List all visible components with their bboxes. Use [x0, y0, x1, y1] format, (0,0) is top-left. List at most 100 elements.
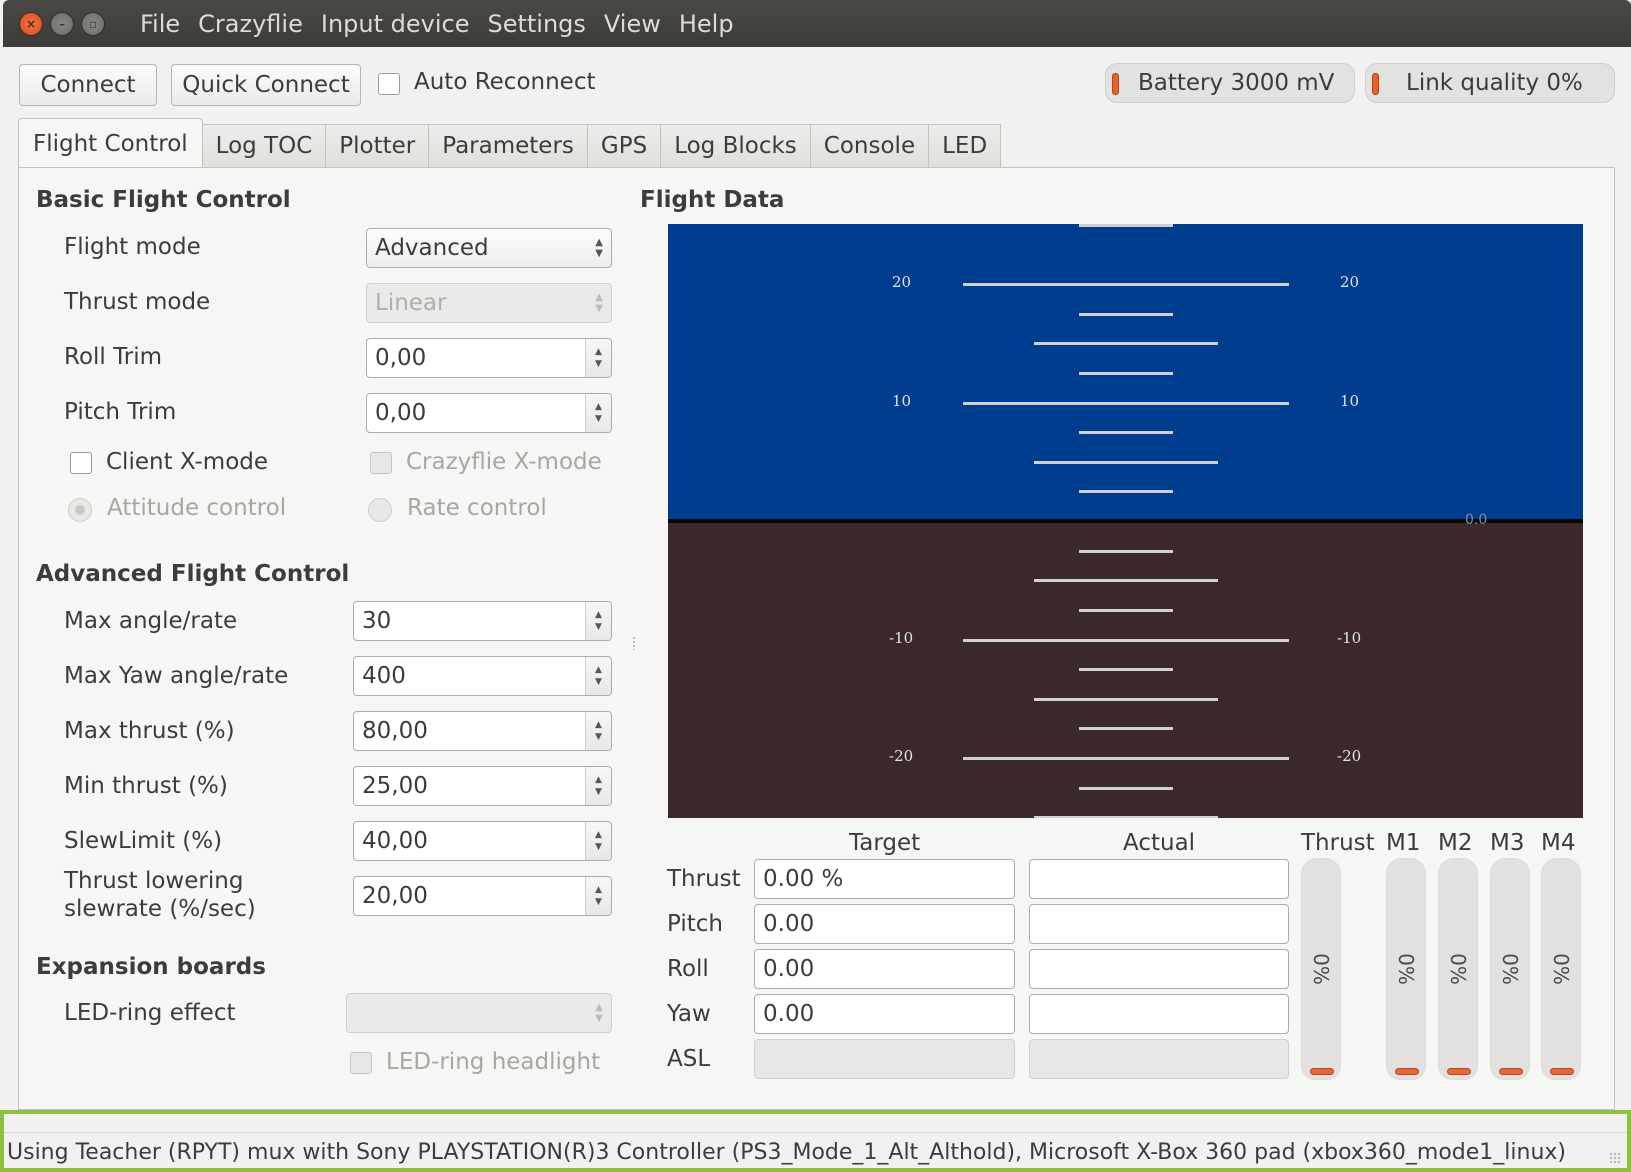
thrust-progress-bar: 0%	[1301, 858, 1341, 1080]
pitch-label-right: -20	[1337, 747, 1362, 765]
spin-arrows-icon[interactable]: ▲ ▼	[585, 657, 611, 695]
client-xmode-checkbox[interactable]	[70, 452, 92, 474]
roll-row-label: Roll	[667, 956, 709, 982]
attitude-control-radio[interactable]	[68, 498, 92, 522]
pitch-label-left: -20	[889, 747, 914, 765]
led-ring-effect-label: LED-ring effect	[64, 1000, 236, 1026]
target-header: Target	[849, 830, 921, 856]
actual-pitch-field	[1029, 904, 1289, 944]
connect-button[interactable]: Connect	[19, 64, 157, 106]
menu-bar: File Crazyflie Input device Settings Vie…	[131, 8, 743, 40]
m4-bar-label: M4	[1541, 830, 1576, 856]
menu-file[interactable]: File	[131, 8, 189, 40]
close-icon: ×	[25, 17, 37, 31]
m1-bar-value: 0%	[1394, 953, 1418, 985]
yaw-row-label: Yaw	[667, 1001, 711, 1027]
thrust-lowering-slewrate-spinbox[interactable]: 20,00 ▲ ▼	[353, 876, 612, 916]
spin-arrows-icon[interactable]: ▲ ▼	[585, 394, 611, 432]
menu-settings[interactable]: Settings	[478, 8, 594, 40]
m1-bar-fill	[1395, 1068, 1419, 1075]
max-angle-rate-spinbox[interactable]: 30 ▲ ▼	[353, 601, 612, 641]
led-ring-headlight-checkbox[interactable]	[350, 1052, 372, 1074]
auto-reconnect-checkbox[interactable]	[378, 73, 400, 95]
pitch-trim-label: Pitch Trim	[64, 399, 177, 425]
altitude-readout: 0.0	[1465, 512, 1488, 528]
pitch-trim-spinbox[interactable]: 0,00 ▲ ▼	[366, 393, 612, 433]
target-asl-field	[754, 1039, 1015, 1079]
menu-crazyflie[interactable]: Crazyflie	[189, 8, 312, 40]
title-bar: × – ▫ File Crazyflie Input device Settin…	[3, 0, 1631, 47]
pitch-ladder-line	[1078, 727, 1173, 731]
tab-plotter[interactable]: Plotter	[326, 124, 430, 168]
target-roll-field: 0.00	[754, 949, 1015, 989]
thrust-bar-value: 0%	[1309, 953, 1333, 985]
min-thrust-label: Min thrust (%)	[64, 773, 228, 799]
maximize-icon: ▫	[88, 17, 98, 31]
updown-arrows-icon: ▲ ▼	[595, 1002, 603, 1024]
pitch-ladder-line	[962, 757, 1289, 760]
quick-connect-button[interactable]: Quick Connect	[171, 64, 361, 106]
close-window-button[interactable]: ×	[19, 12, 43, 36]
crazyflie-xmode-checkbox[interactable]	[370, 452, 392, 474]
spin-arrows-icon[interactable]: ▲ ▼	[585, 767, 611, 805]
minimize-window-button[interactable]: –	[50, 12, 74, 36]
spin-arrows-icon[interactable]: ▲ ▼	[585, 712, 611, 750]
flight-mode-select[interactable]: Advanced ▲ ▼	[366, 228, 612, 268]
basic-flight-control-title: Basic Flight Control	[36, 187, 291, 213]
rate-control-radio[interactable]	[368, 498, 392, 522]
thrust-mode-value: Linear	[375, 290, 447, 316]
m3-progress-bar: 0%	[1490, 858, 1530, 1080]
tab-console[interactable]: Console	[810, 124, 930, 168]
crazyflie-xmode-label: Crazyflie X-mode	[406, 449, 602, 475]
roll-trim-label: Roll Trim	[64, 344, 163, 370]
pitch-ladder-line	[1033, 342, 1218, 346]
spin-arrows-icon[interactable]: ▲ ▼	[585, 877, 611, 915]
asl-row-label: ASL	[667, 1046, 711, 1072]
menu-help[interactable]: Help	[670, 8, 743, 40]
pitch-trim-value: 0,00	[375, 400, 427, 426]
menu-input-device[interactable]: Input device	[312, 8, 479, 40]
max-yaw-rate-label: Max Yaw angle/rate	[64, 663, 289, 689]
spin-arrows-icon[interactable]: ▲ ▼	[585, 339, 611, 377]
slew-limit-spinbox[interactable]: 40,00 ▲ ▼	[353, 821, 612, 861]
pitch-ladder-line	[1078, 431, 1173, 435]
roll-trim-spinbox[interactable]: 0,00 ▲ ▼	[366, 338, 612, 378]
max-angle-rate-value: 30	[362, 608, 392, 634]
artificial-horizon: 20 20 10 10 -10 -10 -20 -20 0.0	[668, 224, 1583, 818]
spin-arrows-icon[interactable]: ▲ ▼	[585, 822, 611, 860]
tab-gps[interactable]: GPS	[587, 124, 662, 168]
link-quality-label: Link quality 0%	[1406, 70, 1583, 96]
resize-grip-icon[interactable]	[1609, 1152, 1621, 1164]
min-thrust-spinbox[interactable]: 25,00 ▲ ▼	[353, 766, 612, 806]
tab-led[interactable]: LED	[929, 124, 1002, 168]
target-thrust-field: 0.00 %	[754, 859, 1015, 899]
menu-view[interactable]: View	[595, 8, 670, 40]
splitter-handle[interactable]	[631, 636, 637, 650]
actual-thrust-field	[1029, 859, 1289, 899]
pitch-ladder-line	[962, 638, 1289, 642]
tab-log-blocks[interactable]: Log Blocks	[661, 124, 811, 168]
tab-flight-control[interactable]: Flight Control	[18, 118, 203, 168]
max-angle-rate-label: Max angle/rate	[64, 608, 238, 634]
pitch-ladder-line	[1078, 668, 1173, 672]
maximize-window-button[interactable]: ▫	[81, 12, 105, 36]
pitch-ladder-line	[1078, 786, 1173, 790]
m3-bar-label: M3	[1490, 830, 1525, 856]
pitch-ladder-line	[1033, 697, 1218, 701]
led-ring-effect-select[interactable]: ▲ ▼	[346, 993, 612, 1033]
m2-progress-bar: 0%	[1438, 858, 1478, 1080]
pitch-ladder-line	[962, 401, 1289, 405]
pitch-ladder-line	[1078, 224, 1173, 227]
thrust-mode-select[interactable]: Linear ▲ ▼	[366, 283, 612, 323]
tab-log-toc[interactable]: Log TOC	[202, 124, 327, 168]
slewrate-label-line2: slewrate (%/sec)	[64, 896, 256, 922]
flight-mode-label: Flight mode	[64, 234, 201, 260]
target-pitch-field: 0.00	[754, 904, 1015, 944]
spin-arrows-icon[interactable]: ▲ ▼	[585, 602, 611, 640]
actual-header: Actual	[1123, 830, 1196, 856]
tab-parameters[interactable]: Parameters	[429, 124, 588, 168]
auto-reconnect-label: Auto Reconnect	[414, 69, 596, 95]
max-thrust-spinbox[interactable]: 80,00 ▲ ▼	[353, 711, 612, 751]
max-yaw-rate-spinbox[interactable]: 400 ▲ ▼	[353, 656, 612, 696]
m2-bar-label: M2	[1438, 830, 1473, 856]
